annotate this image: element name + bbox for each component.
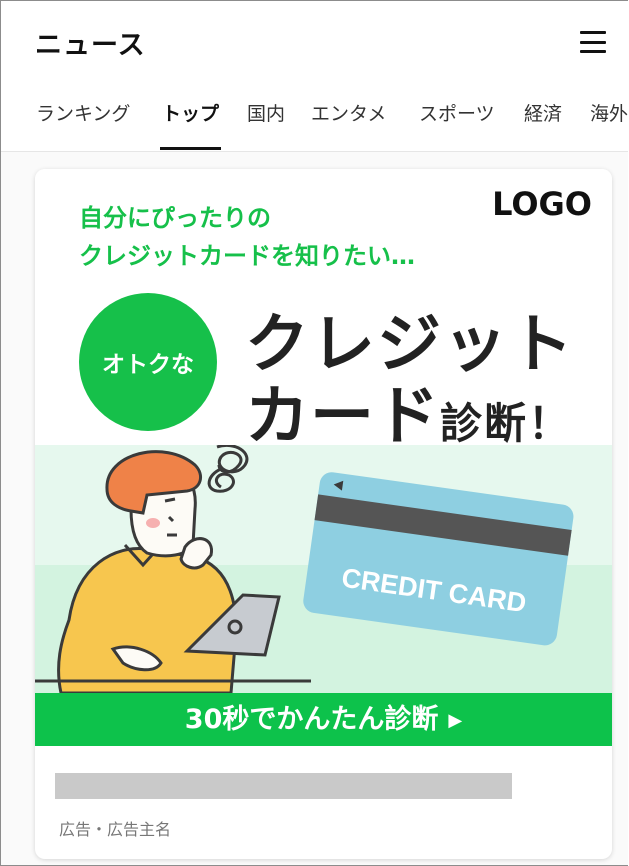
badge-label: オトクな [102, 352, 194, 378]
ad-headline-diagnosis: 診断！ [440, 399, 573, 448]
tab-domestic[interactable]: 国内 [247, 101, 285, 149]
ad-lead-text: 自分にぴったりの クレジットカードを知りたい… [79, 199, 415, 275]
ad-title-placeholder [55, 773, 512, 799]
play-arrow-icon: ▶ [448, 710, 463, 731]
tab-world[interactable]: 海外 [590, 101, 628, 149]
tab-top[interactable]: トップ [159, 101, 222, 150]
tab-ranking[interactable]: ランキング [36, 101, 130, 149]
ad-lead-line2: クレジットカードを知りたい… [79, 242, 415, 270]
app-header: ニュース [1, 1, 628, 85]
tab-sports[interactable]: スポーツ [419, 101, 495, 149]
ad-logo: LOGO [492, 185, 592, 223]
ad-banner[interactable]: 自分にぴったりの クレジットカードを知りたい… LOGO オトクな クレジット … [35, 169, 612, 746]
tab-entertainment[interactable]: エンタメ [311, 101, 386, 149]
sponsor-label: 広告・広告主名 [59, 820, 172, 839]
news-app-screen: ニュース ランキング トップ 国内 エンタメ スポーツ 経済 海外 自分にぴった… [0, 0, 628, 866]
ad-lead-line1: 自分にぴったりの [79, 204, 271, 232]
ad-headline-card: カード [245, 380, 440, 454]
category-tabs: ランキング トップ 国内 エンタメ スポーツ 経済 海外 [1, 85, 628, 152]
otoku-badge: オトクな [79, 293, 217, 431]
ad-card[interactable]: 自分にぴったりの クレジットカードを知りたい… LOGO オトクな クレジット … [35, 169, 612, 859]
ad-headline-line2: カード診断！ [245, 365, 572, 457]
cta-label: 30秒でかんたん診断 [184, 704, 439, 735]
tab-economy[interactable]: 経済 [524, 101, 562, 149]
ad-illustration: CREDIT CARD [35, 445, 612, 693]
app-title: ニュース [35, 30, 146, 61]
cta-button[interactable]: 30秒でかんたん診断 ▶ [35, 693, 612, 746]
hamburger-menu-icon[interactable] [580, 31, 606, 53]
